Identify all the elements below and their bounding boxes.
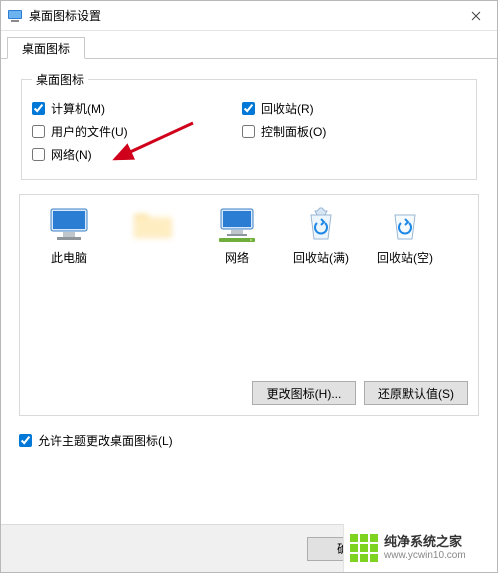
content-area: 桌面图标 计算机(M) 回收站(R) 用户的文件(U) 控制 <box>1 59 497 449</box>
dialog-buttons: 确定 取消 纯净系统之家 www.ycwin10.com <box>1 524 497 572</box>
dialog-window: 桌面图标设置 桌面图标 桌面图标 计算机(M) <box>0 0 498 573</box>
icon-recycle-full[interactable]: 回收站(满) <box>280 201 362 274</box>
icon-label: 回收站(空) <box>377 249 433 266</box>
watermark-logo-icon <box>350 534 378 562</box>
restore-default-button[interactable]: 还原默认值(S) <box>364 381 468 405</box>
watermark-line1: 纯净系统之家 <box>384 535 466 549</box>
check-computer[interactable]: 计算机(M) <box>32 100 242 117</box>
titlebar: 桌面图标设置 <box>1 1 497 31</box>
watermark: 纯净系统之家 www.ycwin10.com <box>343 524 497 572</box>
icon-user-folder[interactable] <box>112 201 194 274</box>
check-computer-label: 计算机(M) <box>51 100 105 117</box>
check-computer-input[interactable] <box>32 102 45 115</box>
icon-label: 此电脑 <box>51 249 87 266</box>
change-icon-button[interactable]: 更改图标(H)... <box>252 381 356 405</box>
check-control-input[interactable] <box>242 125 255 138</box>
icon-network[interactable]: 网络 <box>196 201 278 274</box>
check-allow-themes[interactable]: 允许主题更改桌面图标(L) <box>19 432 479 449</box>
check-allow-themes-input[interactable] <box>19 434 32 447</box>
icon-buttons: 更改图标(H)... 还原默认值(S) <box>252 381 468 405</box>
recycle-bin-empty-icon <box>383 205 427 245</box>
window-title: 桌面图标设置 <box>29 7 457 24</box>
check-control[interactable]: 控制面板(O) <box>242 123 326 140</box>
monitor-icon <box>47 205 91 245</box>
group-icon-preview: 此电脑 <box>19 194 479 416</box>
icon-label: 网络 <box>225 249 249 266</box>
check-recycle-label: 回收站(R) <box>261 100 314 117</box>
tab-desktop-icons[interactable]: 桌面图标 <box>7 37 85 59</box>
recycle-bin-full-icon <box>299 205 343 245</box>
tabstrip: 桌面图标 <box>1 31 497 59</box>
allow-themes-row: 允许主题更改桌面图标(L) <box>19 432 479 449</box>
group-desktop-icons: 桌面图标 计算机(M) 回收站(R) 用户的文件(U) 控制 <box>21 79 477 180</box>
group-legend: 桌面图标 <box>32 71 88 88</box>
check-userfiles[interactable]: 用户的文件(U) <box>32 123 242 140</box>
icon-label: 回收站(满) <box>293 249 349 266</box>
check-control-label: 控制面板(O) <box>261 123 326 140</box>
check-allow-themes-label: 允许主题更改桌面图标(L) <box>38 432 173 449</box>
check-network-label: 网络(N) <box>51 146 92 163</box>
folder-icon <box>131 205 175 245</box>
watermark-line2: www.ycwin10.com <box>384 550 466 561</box>
check-network[interactable]: 网络(N) <box>32 146 242 163</box>
icon-list: 此电脑 <box>28 201 470 274</box>
close-button[interactable] <box>457 2 495 30</box>
check-recycle[interactable]: 回收站(R) <box>242 100 314 117</box>
icon-this-pc[interactable]: 此电脑 <box>28 201 110 274</box>
app-icon <box>7 8 23 24</box>
check-network-input[interactable] <box>32 148 45 161</box>
icon-recycle-empty[interactable]: 回收站(空) <box>364 201 446 274</box>
network-icon <box>215 205 259 245</box>
check-userfiles-input[interactable] <box>32 125 45 138</box>
check-recycle-input[interactable] <box>242 102 255 115</box>
check-userfiles-label: 用户的文件(U) <box>51 123 128 140</box>
